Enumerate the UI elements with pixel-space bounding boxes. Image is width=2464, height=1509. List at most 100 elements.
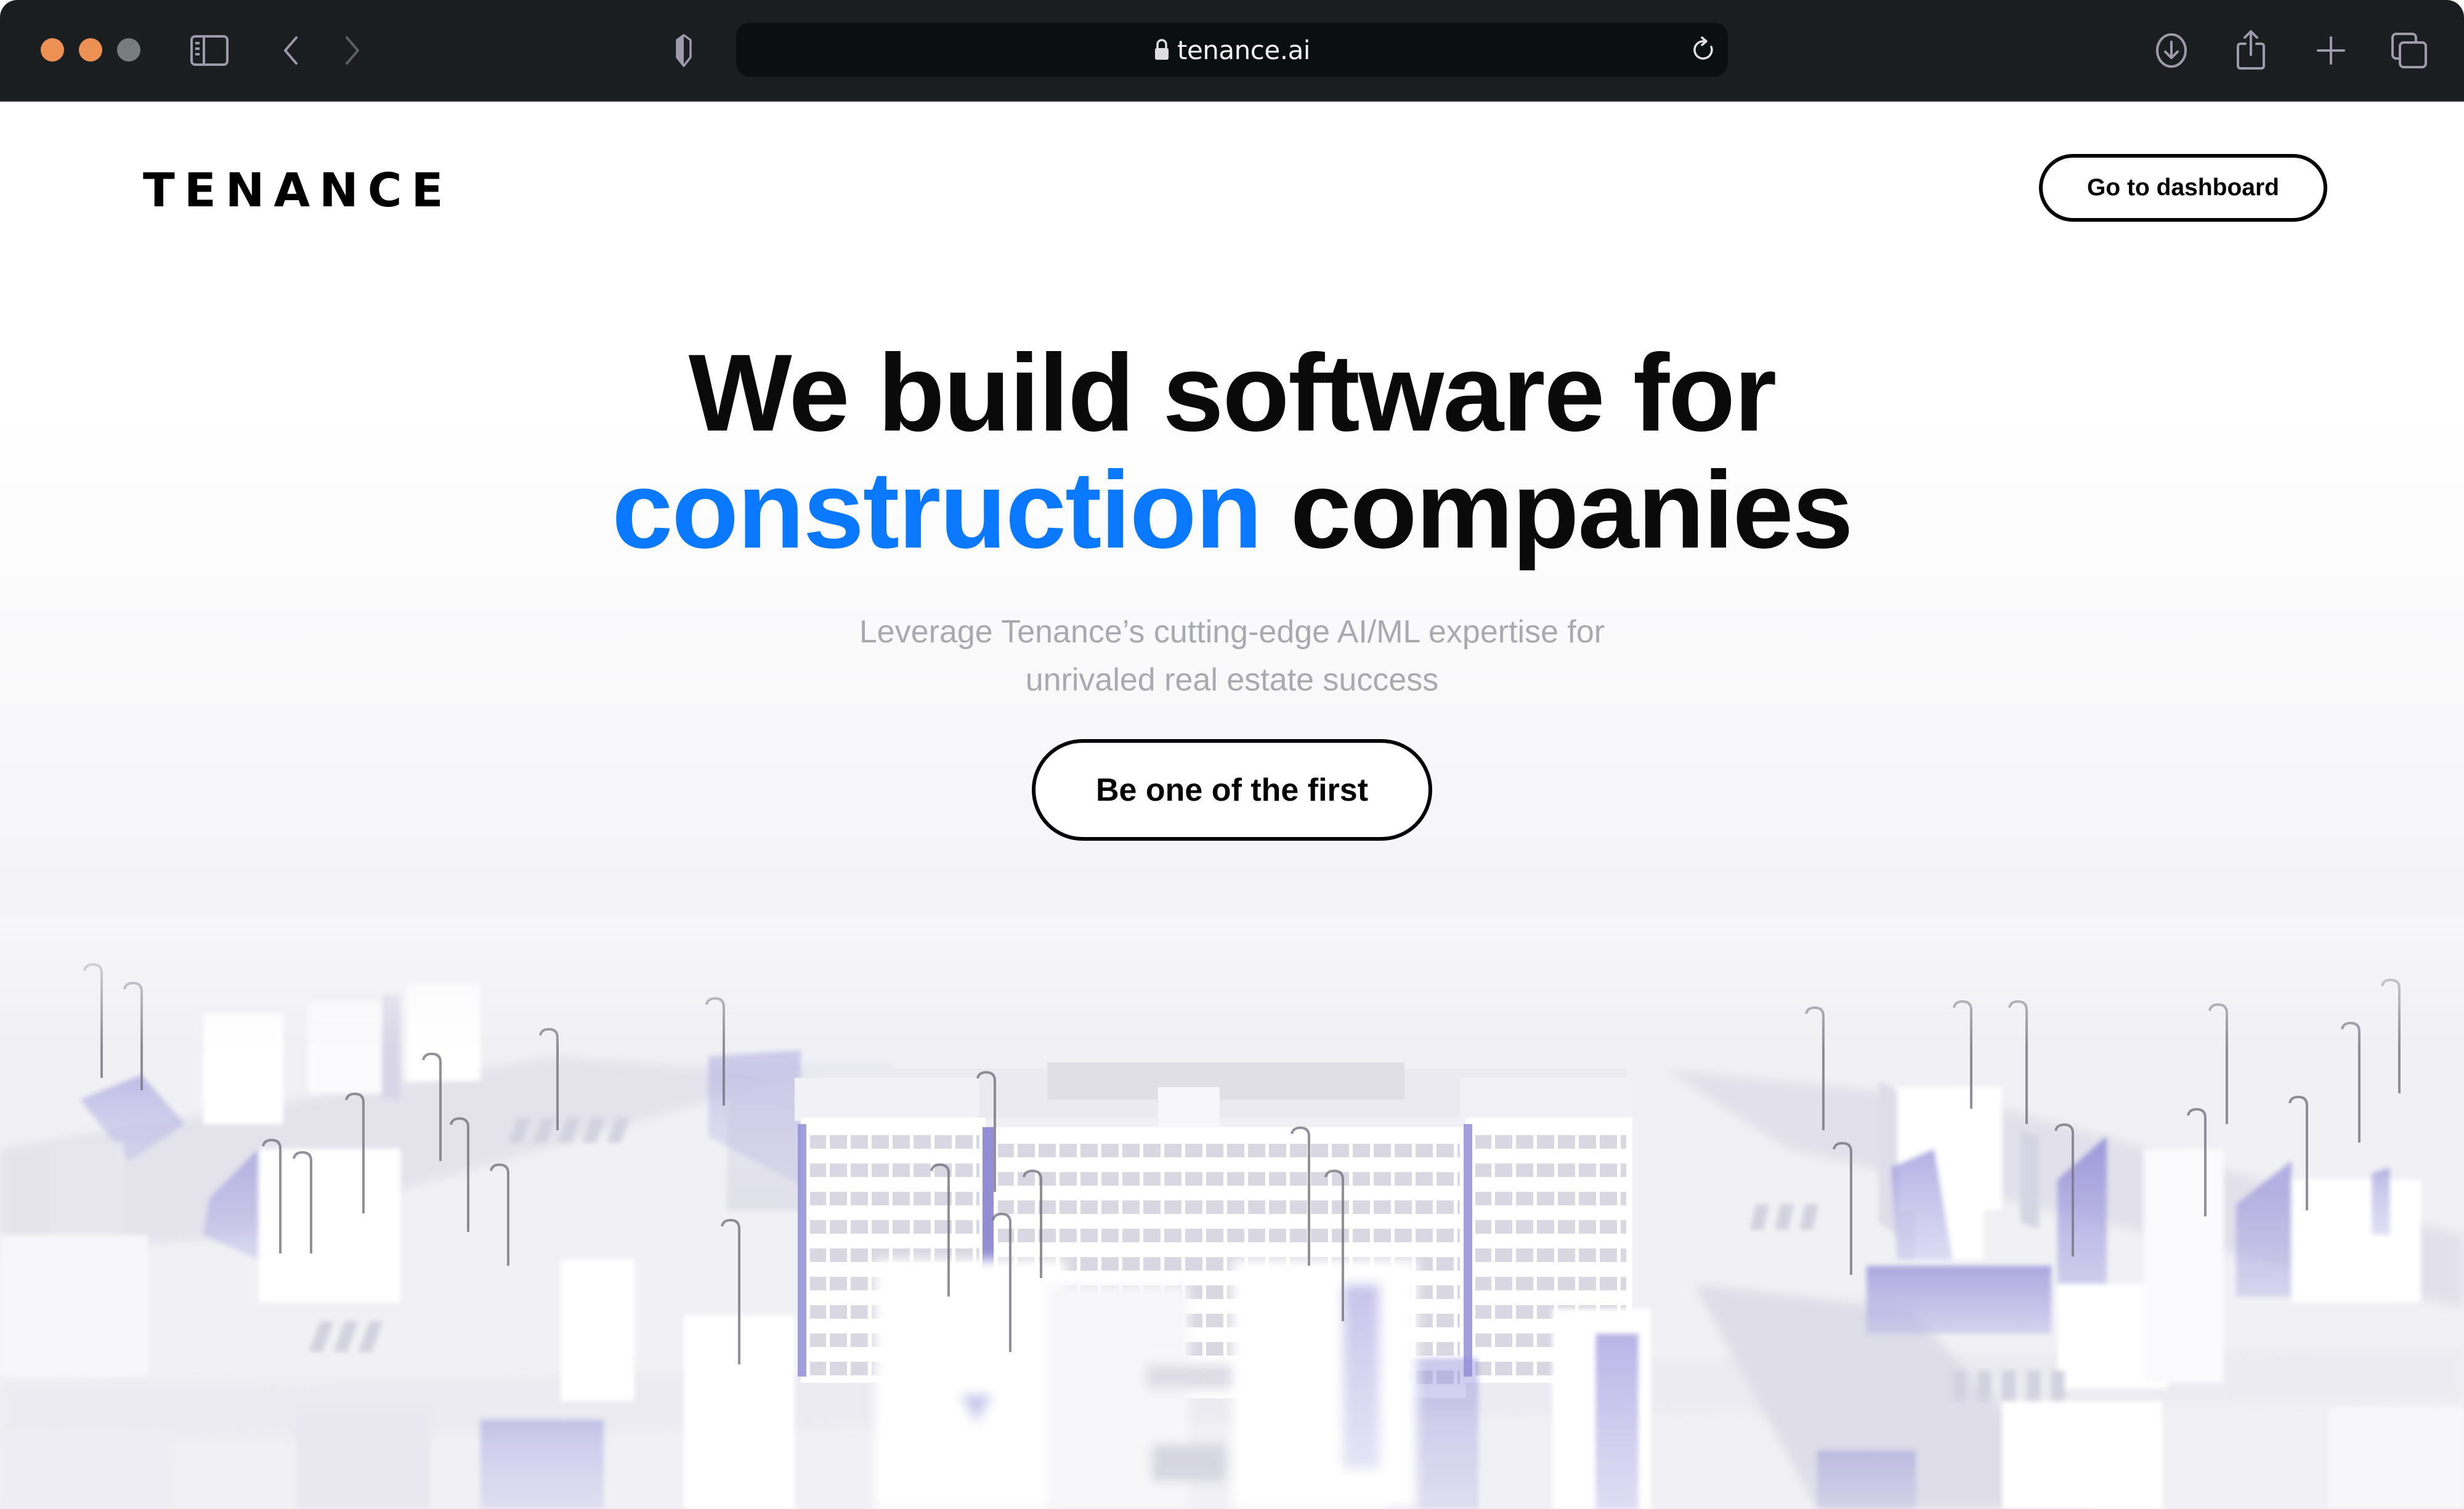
window-mullion xyxy=(1412,1172,1416,1186)
window-mullion xyxy=(826,1192,830,1205)
window-mullion xyxy=(1433,1200,1437,1214)
hero-subtitle: Leverage Tenance’s cutting-edge AI/ML ex… xyxy=(0,608,2464,704)
window-mullion xyxy=(1181,1200,1185,1214)
window-mullion xyxy=(1370,1144,1374,1157)
forward-button[interactable] xyxy=(340,32,365,69)
window-mullion xyxy=(1596,1220,1600,1234)
window-mullion xyxy=(1512,1362,1516,1375)
hero-title-line1: We build software for xyxy=(688,331,1777,454)
window-row xyxy=(1475,1135,1626,1149)
go-to-dashboard-button[interactable]: Go to dashboard xyxy=(2039,154,2327,222)
window-mullion xyxy=(1433,1172,1437,1186)
window-mullion xyxy=(1596,1135,1600,1149)
window-row xyxy=(1475,1220,1626,1234)
window-mullion xyxy=(1119,1257,1122,1271)
city-illustration xyxy=(0,915,2464,1509)
address-bar[interactable]: tenance.ai xyxy=(736,23,1728,77)
window-mullion xyxy=(1617,1192,1621,1205)
foreground-buildings xyxy=(875,1260,1417,1509)
window-mullion xyxy=(952,1220,955,1234)
chevron-left-icon xyxy=(284,36,298,65)
window-mullion xyxy=(1286,1144,1290,1157)
window-mullion xyxy=(931,1220,934,1234)
window-mullion xyxy=(1161,1144,1164,1157)
window-mullion xyxy=(847,1305,851,1319)
window-minimize-button[interactable] xyxy=(79,38,102,62)
window-mullion xyxy=(1223,1314,1227,1327)
window-mullion xyxy=(1202,1229,1206,1242)
share-button[interactable] xyxy=(2234,28,2268,71)
window-mullion xyxy=(1286,1229,1290,1242)
window-mullion xyxy=(1328,1229,1332,1242)
hero-title-accent: construction xyxy=(612,448,1262,571)
window-mullion xyxy=(826,1362,830,1375)
window-mullion xyxy=(1265,1200,1269,1214)
window-mullion xyxy=(1491,1220,1495,1234)
privacy-report-button[interactable] xyxy=(671,32,696,69)
new-tab-button[interactable] xyxy=(2314,32,2348,69)
window-mullion xyxy=(973,1220,976,1234)
hero-subtitle-line2: unrivaled real estate success xyxy=(1025,662,1439,698)
window-mullion xyxy=(1617,1163,1621,1177)
window-mullion xyxy=(1533,1277,1537,1290)
window-mullion xyxy=(1265,1229,1269,1242)
window-mullion xyxy=(1056,1229,1060,1242)
window-mullion xyxy=(1056,1172,1060,1186)
window-mullion xyxy=(952,1163,955,1177)
window-mullion xyxy=(1554,1163,1558,1177)
window-mullion xyxy=(1140,1200,1143,1214)
window-mullion xyxy=(910,1135,914,1149)
lock-icon xyxy=(1155,39,1169,60)
window-mullion xyxy=(1181,1257,1185,1271)
window-mullion xyxy=(1098,1144,1101,1157)
window-row xyxy=(998,1229,1460,1242)
window-mullion xyxy=(1119,1229,1122,1242)
window-mullion xyxy=(889,1192,893,1205)
be-one-of-the-first-button[interactable]: Be one of the first xyxy=(1032,739,1432,841)
window-maximize-button[interactable] xyxy=(117,38,140,62)
window-close-button[interactable] xyxy=(41,38,64,62)
window-mullion xyxy=(847,1192,851,1205)
window-mullion xyxy=(1491,1333,1495,1347)
window-row xyxy=(1475,1163,1626,1177)
window-mullion xyxy=(1140,1229,1143,1242)
window-mullion xyxy=(931,1192,934,1205)
window-mullion xyxy=(1286,1200,1290,1214)
window-mullion xyxy=(1098,1257,1101,1271)
window-mullion xyxy=(910,1192,914,1205)
shield-icon xyxy=(676,34,692,67)
window-mullion xyxy=(1533,1248,1537,1262)
sidebar-toggle-button[interactable] xyxy=(190,32,229,69)
window-mullion xyxy=(1391,1144,1395,1157)
window-mullion xyxy=(1140,1172,1143,1186)
window-mullion xyxy=(931,1135,934,1149)
downloads-button[interactable] xyxy=(2154,32,2189,69)
window-mullion xyxy=(889,1220,893,1234)
window-mullion xyxy=(1617,1248,1621,1262)
window-mullion xyxy=(1433,1285,1437,1299)
window-mullion xyxy=(1161,1257,1164,1271)
window-mullion xyxy=(1575,1135,1579,1149)
window-mullion xyxy=(1433,1314,1437,1327)
window-mullion xyxy=(1454,1229,1457,1242)
window-mullion xyxy=(1533,1305,1537,1319)
window-mullion xyxy=(1391,1172,1395,1186)
window-mullion xyxy=(1575,1220,1579,1234)
window-mullion xyxy=(1244,1200,1248,1214)
back-button[interactable] xyxy=(278,32,303,69)
window-mullion xyxy=(1533,1135,1537,1149)
tenance-logo[interactable]: TENANCE xyxy=(143,167,452,214)
window-row xyxy=(998,1172,1460,1186)
window-mullion xyxy=(1035,1144,1039,1157)
window-mullion xyxy=(952,1135,955,1149)
window-mullion xyxy=(1454,1285,1457,1299)
window-mullion xyxy=(1328,1144,1332,1157)
tab-overview-button[interactable] xyxy=(2390,32,2428,69)
window-mullion xyxy=(1244,1144,1248,1157)
window-mullion xyxy=(1512,1248,1516,1262)
window-mullion xyxy=(847,1248,851,1262)
window-mullion xyxy=(1098,1229,1101,1242)
window-mullion xyxy=(910,1220,914,1234)
reload-icon[interactable] xyxy=(1690,36,1717,63)
window-mullion xyxy=(826,1135,830,1149)
